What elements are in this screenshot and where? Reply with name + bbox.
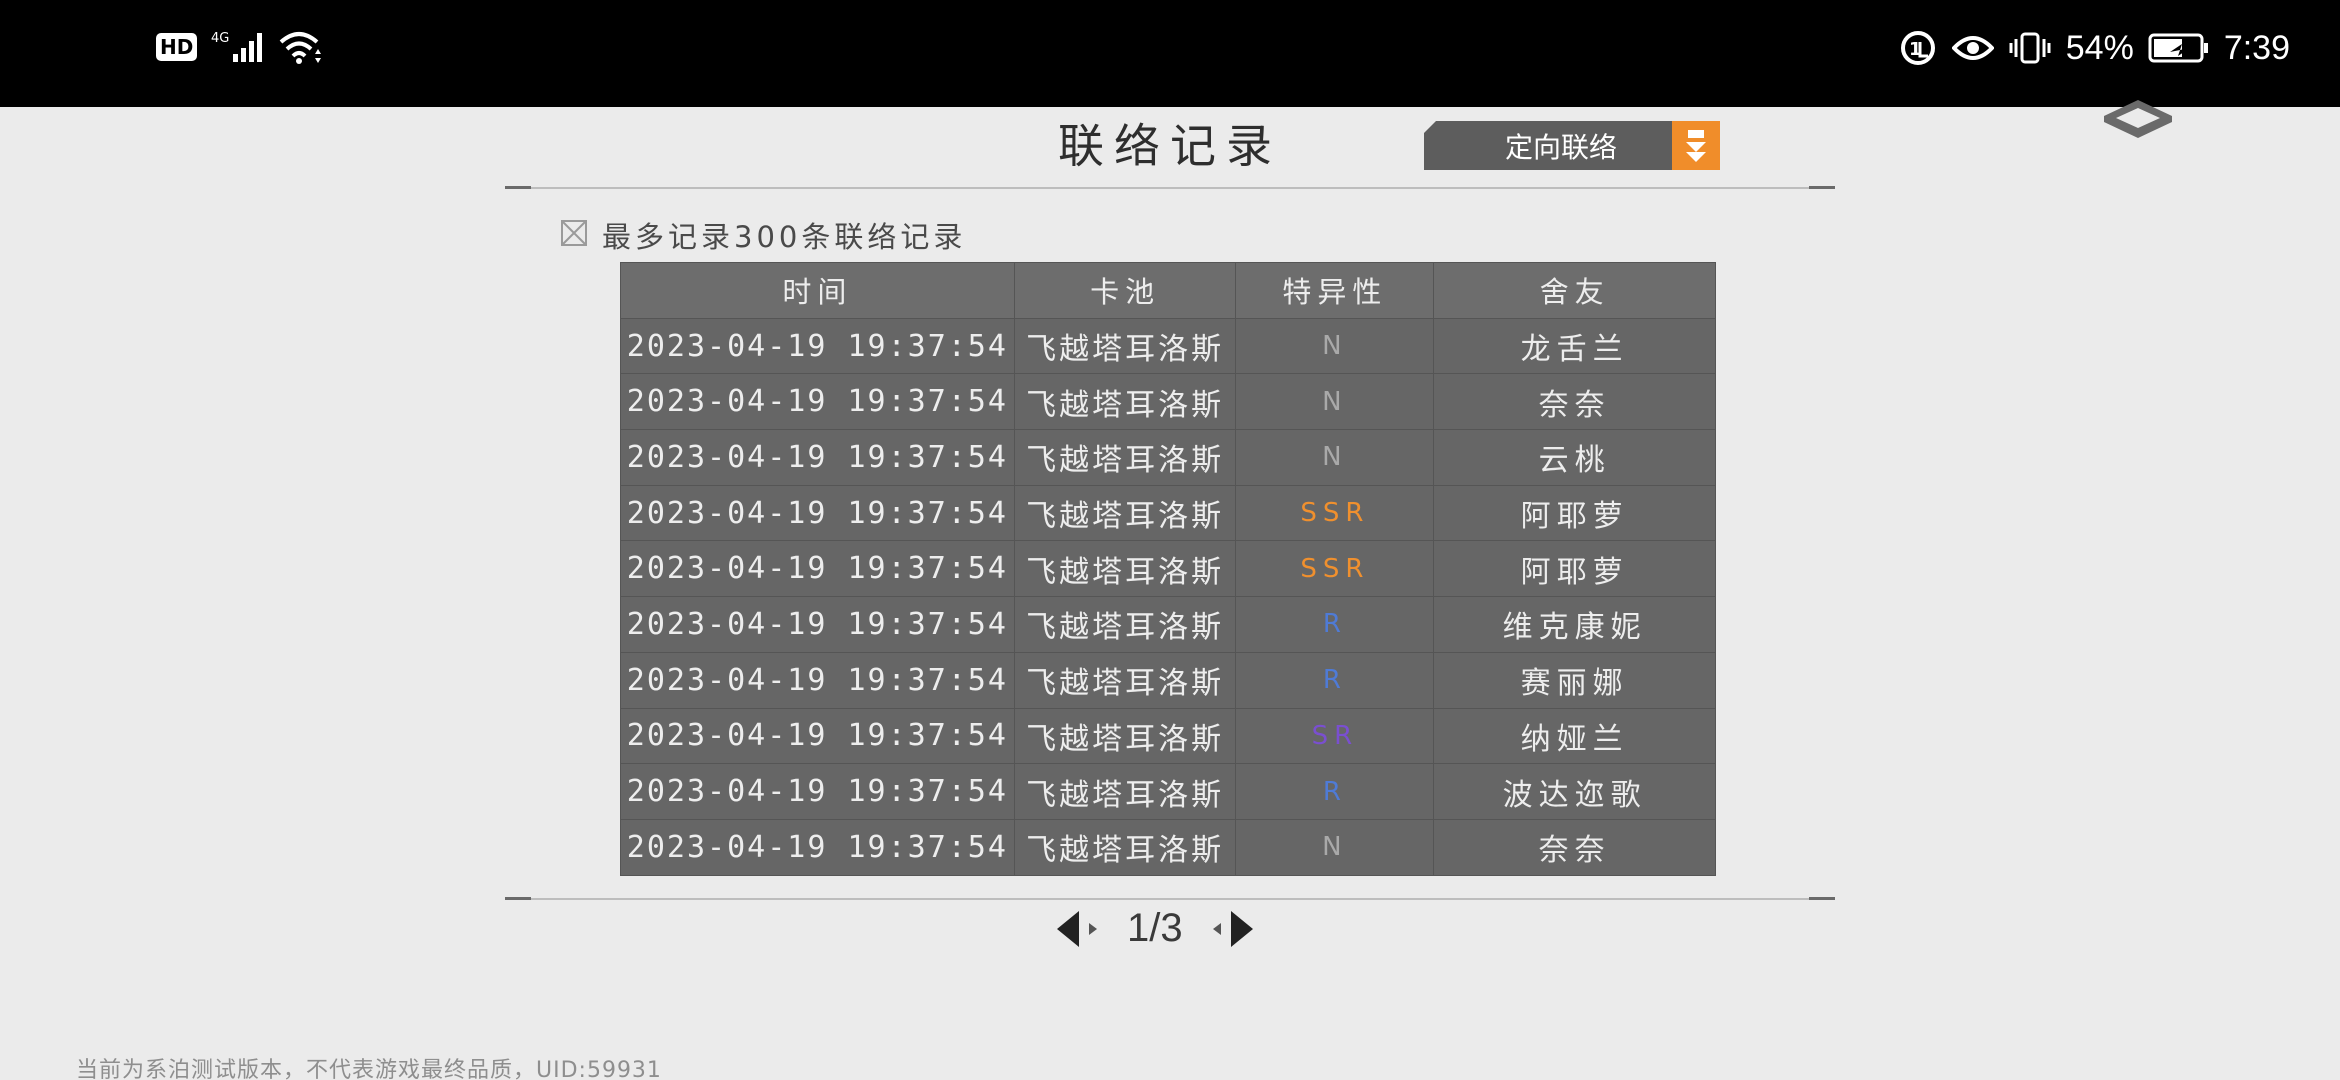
cell-pool: 飞越塔耳洛斯 <box>1013 429 1237 486</box>
chevron-right-icon <box>1212 910 1253 947</box>
cell-pool: 飞越塔耳洛斯 <box>1013 763 1237 820</box>
top-divider <box>505 187 1835 189</box>
filter-label: 定向联络 <box>1424 121 1672 170</box>
cell-time: 2023-04-19 19:37:54 <box>620 540 1015 598</box>
next-page-button[interactable] <box>1209 909 1255 949</box>
table-row: 2023-04-19 19:37:54 飞越塔耳洛斯 N 云桃 <box>620 429 1716 486</box>
table-row: 2023-04-19 19:37:54 飞越塔耳洛斯 N 奈奈 <box>620 818 1716 876</box>
cell-rarity: R <box>1235 596 1435 653</box>
clock: 7:39 <box>2223 28 2290 67</box>
table-row: 2023-04-19 19:37:54 飞越塔耳洛斯 R 赛丽娜 <box>620 651 1716 709</box>
bottom-divider <box>505 898 1835 900</box>
cell-time: 2023-04-19 19:37:54 <box>620 763 1015 820</box>
column-header-time: 时间 <box>620 262 1015 319</box>
cell-rarity: N <box>1235 373 1435 431</box>
network-label: 4G <box>211 31 229 46</box>
top-divider-cap-right <box>1809 186 1835 189</box>
cell-rarity: SSR <box>1235 484 1435 542</box>
cell-friend: 奈奈 <box>1433 373 1716 431</box>
top-divider-cap-left <box>505 186 531 189</box>
eye-icon <box>1951 33 1994 63</box>
cell-pool: 飞越塔耳洛斯 <box>1013 540 1237 598</box>
cell-rarity: SR <box>1235 707 1435 765</box>
filter-dropdown[interactable]: 定向联络 <box>1424 121 1720 170</box>
table-row: 2023-04-19 19:37:54 飞越塔耳洛斯 R 维克康妮 <box>620 596 1716 653</box>
cell-time: 2023-04-19 19:37:54 <box>620 317 1015 375</box>
cell-friend: 奈奈 <box>1433 818 1716 876</box>
chevron-down-icon <box>1672 121 1720 170</box>
table-header-row: 时间 卡池 特异性 舍友 <box>620 262 1716 319</box>
cell-rarity: R <box>1235 651 1435 709</box>
cell-time: 2023-04-19 19:37:54 <box>620 429 1015 486</box>
cell-rarity: SSR <box>1235 540 1435 598</box>
info-box-icon <box>560 219 588 251</box>
column-header-pool: 卡池 <box>1013 262 1237 319</box>
cell-pool: 飞越塔耳洛斯 <box>1013 484 1237 542</box>
vibrate-icon <box>2008 31 2052 65</box>
column-header-rarity: 特异性 <box>1235 262 1435 319</box>
cell-rarity: N <box>1235 818 1435 876</box>
cell-rarity: N <box>1235 317 1435 375</box>
cell-friend: 赛丽娜 <box>1433 651 1716 709</box>
table-row: 2023-04-19 19:37:54 飞越塔耳洛斯 SSR 阿耶萝 <box>620 484 1716 542</box>
chevron-left-icon <box>1057 910 1097 947</box>
cell-pool: 飞越塔耳洛斯 <box>1013 317 1237 375</box>
cell-pool: 飞越塔耳洛斯 <box>1013 818 1237 876</box>
cell-time: 2023-04-19 19:37:54 <box>620 596 1015 653</box>
battery-icon <box>2148 32 2210 64</box>
table-row: 2023-04-19 19:37:54 飞越塔耳洛斯 R 波达迩歌 <box>620 763 1716 820</box>
cell-pool: 飞越塔耳洛斯 <box>1013 651 1237 709</box>
cell-time: 2023-04-19 19:37:54 <box>620 373 1015 431</box>
hd-badge: HD <box>156 33 198 61</box>
status-bar: HD 4G 1 54% 7:39 <box>0 0 2340 107</box>
bottom-divider-cap-left <box>505 897 531 900</box>
cell-pool: 飞越塔耳洛斯 <box>1013 373 1237 431</box>
signal-icon: 4G <box>211 30 265 64</box>
version-notice: 当前为系泊测试版本，不代表游戏最终品质，UID:59931 <box>76 1058 662 1080</box>
cell-friend: 云桃 <box>1433 429 1716 486</box>
cell-friend: 维克康妮 <box>1433 596 1716 653</box>
battery-percent: 54% <box>2065 28 2134 67</box>
cell-friend: 波达迩歌 <box>1433 763 1716 820</box>
pager: 1/3 <box>1055 906 1255 951</box>
cell-pool: 飞越塔耳洛斯 <box>1013 707 1237 765</box>
record-limit-text: 最多记录300条联络记录 <box>602 220 967 254</box>
cell-friend: 龙舌兰 <box>1433 317 1716 375</box>
bottom-divider-cap-right <box>1809 897 1835 900</box>
cell-pool: 飞越塔耳洛斯 <box>1013 596 1237 653</box>
table-row: 2023-04-19 19:37:54 飞越塔耳洛斯 SR 纳娅兰 <box>620 707 1716 765</box>
table-row: 2023-04-19 19:37:54 飞越塔耳洛斯 N 奈奈 <box>620 373 1716 431</box>
cell-time: 2023-04-19 19:37:54 <box>620 818 1015 876</box>
cell-time: 2023-04-19 19:37:54 <box>620 484 1015 542</box>
record-limit-note: 最多记录300条联络记录 <box>560 214 966 256</box>
page-title: 联络记录 <box>1058 119 1282 173</box>
prev-page-button[interactable] <box>1055 909 1101 949</box>
cell-rarity: N <box>1235 429 1435 486</box>
wifi-icon <box>279 30 323 64</box>
cell-time: 2023-04-19 19:37:54 <box>620 651 1015 709</box>
column-header-friend: 舍友 <box>1433 262 1716 319</box>
cell-friend: 纳娅兰 <box>1433 707 1716 765</box>
page-indicator: 1/3 <box>1127 906 1183 950</box>
cell-friend: 阿耶萝 <box>1433 540 1716 598</box>
data-saver-icon: 1 <box>1898 28 1938 68</box>
records-table: 时间 卡池 特异性 舍友 2023-04-19 19:37:54 飞越塔耳洛斯 N 龙… <box>620 262 1716 876</box>
cell-time: 2023-04-19 19:37:54 <box>620 707 1015 765</box>
cell-rarity: R <box>1235 763 1435 820</box>
cell-friend: 阿耶萝 <box>1433 484 1716 542</box>
table-row: 2023-04-19 19:37:54 飞越塔耳洛斯 SSR 阿耶萝 <box>620 540 1716 598</box>
close-icon[interactable] <box>2100 100 2176 144</box>
table-row: 2023-04-19 19:37:54 飞越塔耳洛斯 N 龙舌兰 <box>620 317 1716 375</box>
